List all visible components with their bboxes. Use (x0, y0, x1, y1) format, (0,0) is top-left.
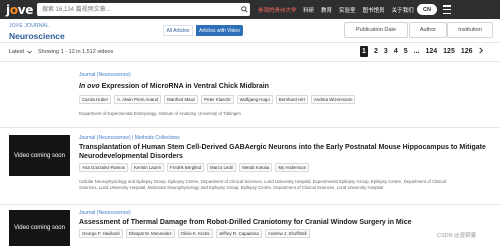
author-tag[interactable]: Andrea Wizenmann (310, 95, 356, 104)
page-126[interactable]: 126 (461, 48, 473, 55)
author-tag[interactable]: Kerstin Laurin (130, 163, 165, 172)
article-title-line: Transplantation of Human Stem Cell-Deriv… (79, 144, 486, 151)
sort-institution-button[interactable]: Institution (447, 22, 493, 38)
page-3[interactable]: 3 (384, 48, 388, 55)
jove-logo[interactable]: jove (6, 3, 33, 17)
author-tag[interactable]: Andrew J. Shoffstall (264, 229, 310, 238)
affiliation-line: Sciences, Lund University Hospital, Mole… (79, 185, 384, 190)
page-1[interactable]: 1 (360, 46, 368, 57)
author-tag[interactable]: Ana Gonzalez-Ramos (79, 163, 128, 172)
menu-education[interactable]: 教育 (321, 6, 332, 14)
hamburger-menu-icon[interactable] (443, 5, 451, 14)
author-tag[interactable]: Bernhard Hirt (275, 95, 308, 104)
search-icon[interactable] (238, 3, 250, 16)
article-title-line: Neurodevelopmental Disorders (79, 153, 183, 160)
article-divider (0, 127, 500, 128)
author-tag[interactable]: My Andersson (275, 163, 310, 172)
author-list: George F. Haviland Dhatyat M. Menendez O… (79, 229, 310, 238)
article-category[interactable]: Journal (Neuroscience) (79, 210, 131, 216)
article-title[interactable]: Transplantation of Human Stem Cell-Deriv… (79, 143, 486, 161)
logo-letter-o: o (9, 2, 18, 17)
article-divider (0, 204, 500, 205)
author-tag[interactable]: Manfred Mauz (164, 95, 199, 104)
author-tag[interactable]: Dhatyat M. Menendez (125, 229, 175, 238)
article-affiliation: Cellular Neurophysiology and Epilepsy Gr… (79, 179, 446, 191)
article-title[interactable]: In ovo Expression of MicroRNA in Ventral… (79, 82, 269, 91)
page-2[interactable]: 2 (374, 48, 378, 55)
author-tag[interactable]: Jeffrey R. Capadona (215, 229, 262, 238)
results-divider (0, 61, 500, 62)
page-5[interactable]: 5 (404, 48, 408, 55)
author-tag[interactable]: Marco Ledri (207, 163, 237, 172)
page-124[interactable]: 124 (425, 48, 437, 55)
menu-research[interactable]: 科研 (303, 6, 314, 14)
article-title-text: Expression of MicroRNA in Ventral Chick … (101, 83, 269, 90)
page-ellipsis: ... (413, 48, 420, 55)
article-title-italic: In ovo (79, 83, 100, 90)
search-box[interactable] (37, 3, 250, 16)
article-affiliation: Department of Experimental Embryology, I… (79, 111, 241, 116)
language-toggle[interactable]: CN (417, 4, 437, 15)
pagination: 1 2 3 4 5 ... 124 125 126 (360, 46, 483, 57)
video-thumbnail[interactable]: Video coming soon (9, 210, 70, 246)
search-input[interactable] (37, 4, 238, 15)
menu-lab[interactable]: 实验室 (339, 6, 356, 14)
sort-latest-dropdown[interactable]: Latest (9, 49, 32, 55)
author-list: Ana Gonzalez-Ramos Kerstin Laurin Fredri… (79, 163, 310, 172)
page-125[interactable]: 125 (443, 48, 455, 55)
author-list: Carola Huber A. Alwin Prem Anand Manfred… (79, 95, 356, 104)
menu-about[interactable]: 关于我们 (392, 6, 414, 14)
article-category[interactable]: Journal (Neuroscience) | Methods Collect… (79, 135, 180, 141)
header-divider (0, 42, 500, 43)
author-tag[interactable]: Fredrik Berglind (167, 163, 205, 172)
logo-letters-ve: ve (17, 2, 34, 17)
main-menu: 科研 教育 实验室 图书馆员 关于我们 登录 (303, 0, 432, 19)
sort-author-button[interactable]: Author (409, 22, 447, 38)
sort-latest-label: Latest (9, 49, 24, 55)
author-tag[interactable]: Peter Klaschr (201, 95, 234, 104)
chevron-down-icon (27, 50, 32, 54)
page-title: Neuroscience (9, 31, 65, 41)
page-4[interactable]: 4 (394, 48, 398, 55)
watermark: CSDN @壹颗姜 (437, 233, 477, 239)
video-thumbnail[interactable]: Video coming soon (9, 135, 70, 176)
journal-section-label: JOVE JOURNAL (9, 23, 50, 29)
next-page-chevron-icon[interactable] (478, 47, 483, 56)
author-tag[interactable]: George F. Haviland (79, 229, 123, 238)
author-tag[interactable]: Carola Huber (79, 95, 112, 104)
article-category[interactable]: Journal (Neuroscience) (79, 72, 131, 78)
tab-articles-with-video[interactable]: Articles with Video (196, 25, 243, 36)
author-tag[interactable]: Merab Kokaia (239, 163, 273, 172)
institution-access-link[interactable]: 参观的贵州大学 (258, 0, 297, 19)
author-tag[interactable]: Wolfgang Hugo (236, 95, 273, 104)
menu-librarian[interactable]: 图书馆员 (363, 6, 385, 14)
sort-publication-date-button[interactable]: Publication Date (344, 22, 408, 38)
results-count: Showing 1 - 12 in 1,512 videos (38, 49, 114, 55)
tab-all-articles[interactable]: All Articles (163, 25, 193, 36)
article-title[interactable]: Assessment of Thermal Damage from Robot-… (79, 218, 412, 227)
top-navigation-bar: jove 参观的贵州大学 科研 教育 实验室 图书馆员 关于我们 登录 CN (0, 0, 500, 19)
author-tag[interactable]: A. Alwin Prem Anand (114, 95, 162, 104)
author-tag[interactable]: Olivia K. Krebs (177, 229, 213, 238)
